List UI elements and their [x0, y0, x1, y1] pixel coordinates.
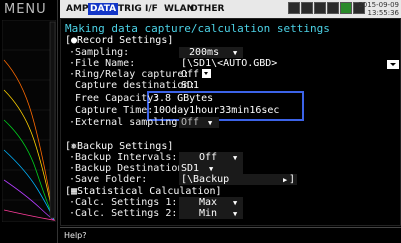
tab-other[interactable]: OTHER	[188, 3, 226, 15]
usb-icon	[288, 2, 300, 14]
tab-data[interactable]: DATA	[88, 3, 119, 15]
status-icons	[288, 2, 365, 14]
menu-label[interactable]: MENU	[4, 2, 47, 17]
record-icon	[327, 2, 339, 14]
ring-relay-select[interactable]: Off	[181, 69, 212, 80]
capture-destination-label: Capture destination:	[75, 80, 196, 91]
calc-settings-1-value: Max	[199, 197, 218, 208]
calc-settings-1-dropdown-icon: ▼	[233, 199, 238, 207]
sampling-label: ·Sampling:	[69, 47, 130, 58]
capture-time-value: 10Oday1hour33min16sec	[153, 105, 280, 116]
tab-trig[interactable]: TRIG	[116, 3, 144, 15]
calc-settings-2-label: ·Calc. Settings 2:	[69, 208, 178, 219]
backup-intervals-dropdown-icon: ▼	[233, 154, 238, 162]
free-capacity-label: Free Capacity:	[75, 93, 160, 104]
calc-settings-1-label: ·Calc. Settings 1:	[69, 197, 178, 208]
file-name-value[interactable]: [\SD1\<AUTO.GBD>	[181, 58, 277, 69]
ring-relay-value: Off	[181, 69, 200, 80]
backup-destination-value: SD1	[181, 163, 200, 174]
backup-destination-dropdown-icon: ▼	[209, 165, 214, 173]
capture-destination-value: SD1	[181, 80, 200, 91]
file-name-dropdown-icon[interactable]	[387, 60, 399, 69]
time-text: 13:55:36	[367, 9, 399, 17]
date-text: 2015-09-09	[358, 1, 399, 9]
save-folder-label: ·Save Folder:	[69, 174, 148, 185]
external-sampling-label: ·External sampling:	[69, 117, 184, 128]
ring-relay-label: ·Ring/Relay capture:	[69, 69, 190, 80]
external-sampling-value: Off	[181, 117, 200, 128]
ring-relay-dropdown-icon	[202, 69, 212, 78]
help-bar: Help?	[60, 227, 401, 243]
settings-panel: Making data capture/calculation settings…	[60, 18, 401, 226]
backup-intervals-label: ·Backup Intervals:	[69, 152, 178, 163]
sampling-value: 200ms	[189, 47, 220, 58]
backup-destination-label: ·Backup Destination:	[69, 163, 190, 174]
page-title: Making data capture/calculation settings	[65, 22, 330, 35]
date-time: 2015-09-09 13:55:36	[358, 1, 399, 17]
save-folder-bracket: ]	[289, 174, 296, 185]
sd-card-icon	[301, 2, 313, 14]
tab-if[interactable]: I/F	[143, 3, 160, 15]
tab-amp[interactable]: AMP	[64, 3, 91, 15]
top-tab-bar: AMP DATA TRIG I/F WLAN OTHER 2015-09-09 …	[60, 0, 401, 18]
help-text: Help?	[64, 231, 87, 240]
sampling-dropdown-icon: ▼	[233, 49, 238, 57]
record-settings-heading: [●Record Settings]	[65, 35, 174, 46]
wlan-icon	[340, 2, 352, 14]
statistical-calculation-heading: [▦Statistical Calculation]	[65, 186, 222, 197]
waveform-preview-panel: MENU	[0, 0, 58, 243]
backup-settings-heading: [❅Backup Settings]	[65, 141, 174, 152]
save-folder-dropdown-icon: ▶	[283, 176, 288, 184]
calc-settings-2-value: Min	[199, 208, 218, 219]
storage-icon	[314, 2, 326, 14]
calc-settings-2-dropdown-icon: ▼	[233, 210, 238, 218]
save-folder-value: [\Backup	[181, 174, 230, 185]
backup-intervals-value: Off	[199, 152, 218, 163]
external-sampling-dropdown-icon: ▼	[208, 119, 213, 127]
file-name-label: ·File Name:	[69, 58, 136, 69]
free-capacity-value: 3.8 GBytes	[153, 93, 214, 104]
capture-time-label: Capture Time:	[75, 105, 154, 116]
waveform-preview	[2, 20, 56, 222]
